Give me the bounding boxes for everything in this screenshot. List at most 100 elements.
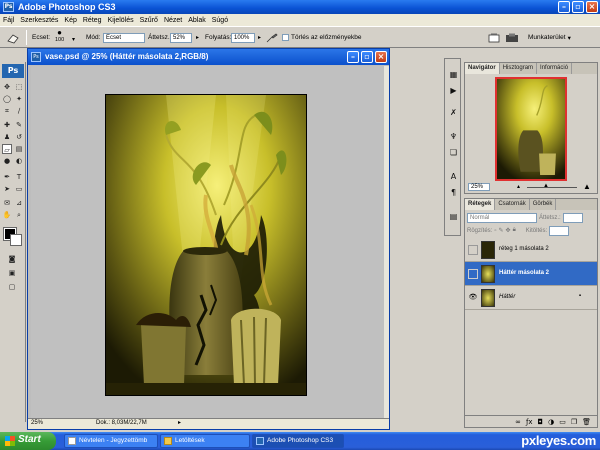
background-color-swatch[interactable] [10,234,22,246]
dodge-tool-icon[interactable]: ◐ [14,156,24,166]
notes-tool-icon[interactable]: ✉ [2,198,12,208]
vertical-scrollbar[interactable] [384,66,389,419]
paragraph-palette-icon[interactable]: ¶ [448,187,459,198]
clone-stamp-icon[interactable]: ♟ [2,132,12,142]
layer-style-icon[interactable]: ƒx [526,418,533,426]
zoom-slider-handle[interactable]: ▲ [543,183,549,189]
new-group-icon[interactable]: ▭ [559,418,566,426]
zoom-tool-icon[interactable]: ⌕ [14,210,24,220]
screen-mode-icon[interactable]: ▣ [7,268,17,278]
doc-maximize-button[interactable]: ▫ [361,51,373,63]
type-tool-icon[interactable]: T [14,172,24,182]
menu-select[interactable]: Kijelölés [108,17,134,24]
document-title-bar[interactable]: Ps vase.psd @ 25% (Háttér másolata 2,RGB… [28,49,389,65]
slice-tool-icon[interactable]: ∕ [14,106,24,116]
history-palette-icon[interactable]: ▦ [448,69,459,80]
tab-navigator[interactable]: Navigátor [465,63,500,74]
start-button[interactable]: Start [0,432,56,450]
lock-pixels-icon[interactable]: ✎ [499,227,504,234]
menu-help[interactable]: Súgó [212,17,228,24]
blur-tool-icon[interactable]: ● [2,156,12,166]
blend-mode-select[interactable]: Normál [467,212,537,223]
eye-icon[interactable]: 👁︎ [468,293,478,303]
canvas-area[interactable] [31,66,384,419]
adjustment-layer-icon[interactable]: ◑ [548,418,554,426]
layer-row[interactable]: 👁︎ Háttér ▪ [465,286,597,310]
magic-wand-icon[interactable]: ✦ [14,94,24,104]
minimize-button[interactable]: – [558,1,570,13]
pen-tool-icon[interactable]: ✒ [2,172,12,182]
character-palette-icon[interactable]: A [448,171,459,182]
status-menu-arrow-icon[interactable]: ▸ [178,419,181,426]
tool-presets-icon[interactable]: ✗ [448,107,459,118]
zoom-level[interactable]: 25% [31,420,43,426]
chevron-down-icon[interactable]: ▾ [72,33,75,46]
eraser-tool-preset-icon[interactable] [6,31,20,44]
brush-tool-icon[interactable]: ✎ [14,120,24,130]
tab-histogram[interactable]: Hisztogram [500,63,538,74]
taskbar-item-notepad[interactable]: Névtelen - Jegyzettömb [64,434,158,448]
layer-comps-icon[interactable]: ▤ [448,211,459,222]
lock-all-icon[interactable]: 🔒︎ [513,227,516,234]
navigator-preview[interactable] [495,77,567,181]
lasso-tool-icon[interactable]: ◯ [2,94,12,104]
menu-filter[interactable]: Szűrő [140,17,158,24]
menu-window[interactable]: Ablak [188,17,206,24]
zoom-out-icon[interactable]: ▴ [517,183,520,190]
move-tool-icon[interactable]: ✥ [2,82,12,92]
menu-file[interactable]: Fájl [3,17,14,24]
opacity-field[interactable]: 52% [170,32,192,43]
link-layers-icon[interactable]: ∞ [515,418,521,426]
eyedropper-icon[interactable]: ⊿ [14,198,24,208]
flow-field[interactable]: 100% [231,32,255,43]
close-button[interactable]: × [586,1,598,13]
navigator-zoom[interactable]: 25% [468,183,490,191]
clone-source-icon[interactable]: ❏ [448,147,459,158]
lock-position-icon[interactable]: ✥ [506,227,511,234]
menu-view[interactable]: Nézet [164,17,182,24]
new-layer-icon[interactable]: ❐ [571,418,577,426]
zoom-slider[interactable] [527,187,577,188]
menu-layer[interactable]: Réteg [83,17,102,24]
workspace-menu[interactable]: Munkaterület ▾ [528,31,571,44]
eraser-tool-icon[interactable]: ▱ [2,144,12,154]
doc-close-button[interactable]: × [375,51,387,63]
healing-brush-icon[interactable]: ✚ [2,120,12,130]
vase-artwork[interactable] [105,94,307,396]
history-brush-icon[interactable]: ↺ [14,132,24,142]
crop-tool-icon[interactable]: ⌗ [2,106,12,116]
menu-edit[interactable]: Szerkesztés [20,17,58,24]
actions-palette-icon[interactable]: ▶ [448,85,459,96]
tab-layers[interactable]: Rétegek [465,199,496,210]
hand-tool-icon[interactable]: ✋ [2,210,12,220]
visibility-toggle[interactable] [468,245,478,255]
tab-info[interactable]: Információ [537,63,573,74]
airbrush-icon[interactable] [266,31,278,44]
doc-minimize-button[interactable]: – [347,51,359,63]
taskbar-item-downloads[interactable]: Letöltések [160,434,250,448]
brush-picker[interactable]: ● 100 [55,28,64,48]
maximize-button[interactable]: ▫ [572,1,584,13]
trash-icon[interactable]: 🗑︎ [582,418,591,426]
brush-palette-icon[interactable] [488,31,500,44]
mode-select[interactable]: Ecset [103,32,145,43]
lock-transparency-icon[interactable]: ▫ [494,228,496,234]
quick-mask-icon[interactable]: ◙ [7,254,17,264]
zoom-in-icon[interactable]: ▲ [583,182,591,191]
layer-opacity-field[interactable] [562,212,583,223]
opacity-slider-toggle[interactable]: ▸ [196,31,199,44]
tab-channels[interactable]: Csatornák [495,199,530,210]
edit-in-imageready-icon[interactable]: ▢ [7,282,17,292]
visibility-toggle[interactable] [468,269,478,279]
menu-image[interactable]: Kép [64,17,76,24]
marquee-tool-icon[interactable]: ⬚ [14,82,24,92]
path-selection-icon[interactable]: ➤ [2,184,12,194]
erase-history-checkbox[interactable] [282,34,289,41]
layer-row-selected[interactable]: Háttér másolata 2 [465,262,597,286]
layer-row[interactable]: réteg 1 másolata 2 [465,238,597,262]
gradient-tool-icon[interactable]: ▤ [14,144,24,154]
bridge-icon[interactable] [505,31,519,44]
layer-mask-icon[interactable]: ◘ [538,418,544,426]
flow-slider-toggle[interactable]: ▸ [258,31,261,44]
taskbar-item-photoshop[interactable]: Adobe Photoshop CS3 [252,434,344,448]
